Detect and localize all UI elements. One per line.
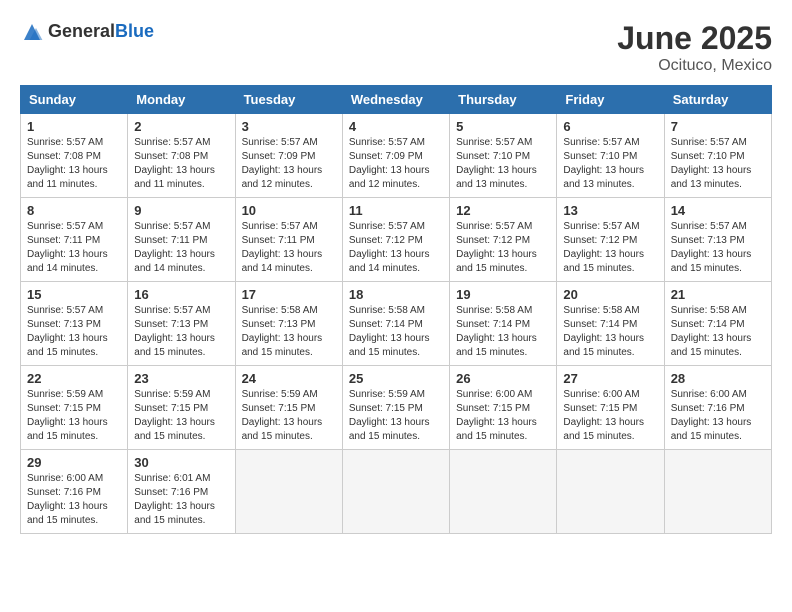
col-thursday: Thursday [450, 86, 557, 114]
day-24: 24 Sunrise: 5:59 AMSunset: 7:15 PMDaylig… [235, 366, 342, 450]
empty-cell [557, 450, 664, 534]
empty-cell [450, 450, 557, 534]
day-1: 1 Sunrise: 5:57 AMSunset: 7:08 PMDayligh… [21, 114, 128, 198]
day-16: 16 Sunrise: 5:57 AMSunset: 7:13 PMDaylig… [128, 282, 235, 366]
day-11: 11 Sunrise: 5:57 AMSunset: 7:12 PMDaylig… [342, 198, 449, 282]
table-row: 15 Sunrise: 5:57 AMSunset: 7:13 PMDaylig… [21, 282, 772, 366]
empty-cell [342, 450, 449, 534]
month-title: June 2025 [617, 20, 772, 57]
day-30: 30 Sunrise: 6:01 AMSunset: 7:16 PMDaylig… [128, 450, 235, 534]
day-13: 13 Sunrise: 5:57 AMSunset: 7:12 PMDaylig… [557, 198, 664, 282]
day-15: 15 Sunrise: 5:57 AMSunset: 7:13 PMDaylig… [21, 282, 128, 366]
day-4: 4 Sunrise: 5:57 AMSunset: 7:09 PMDayligh… [342, 114, 449, 198]
day-10: 10 Sunrise: 5:57 AMSunset: 7:11 PMDaylig… [235, 198, 342, 282]
location-title: Ocituco, Mexico [617, 57, 772, 75]
calendar-header-row: Sunday Monday Tuesday Wednesday Thursday… [21, 86, 772, 114]
empty-cell [235, 450, 342, 534]
table-row: 8 Sunrise: 5:57 AMSunset: 7:11 PMDayligh… [21, 198, 772, 282]
day-2: 2 Sunrise: 5:57 AMSunset: 7:08 PMDayligh… [128, 114, 235, 198]
day-25: 25 Sunrise: 5:59 AMSunset: 7:15 PMDaylig… [342, 366, 449, 450]
day-3: 3 Sunrise: 5:57 AMSunset: 7:09 PMDayligh… [235, 114, 342, 198]
day-17: 17 Sunrise: 5:58 AMSunset: 7:13 PMDaylig… [235, 282, 342, 366]
day-14: 14 Sunrise: 5:57 AMSunset: 7:13 PMDaylig… [664, 198, 771, 282]
col-friday: Friday [557, 86, 664, 114]
day-23: 23 Sunrise: 5:59 AMSunset: 7:15 PMDaylig… [128, 366, 235, 450]
table-row: 22 Sunrise: 5:59 AMSunset: 7:15 PMDaylig… [21, 366, 772, 450]
day-29: 29 Sunrise: 6:00 AMSunset: 7:16 PMDaylig… [21, 450, 128, 534]
table-row: 29 Sunrise: 6:00 AMSunset: 7:16 PMDaylig… [21, 450, 772, 534]
day-12: 12 Sunrise: 5:57 AMSunset: 7:12 PMDaylig… [450, 198, 557, 282]
day-7: 7 Sunrise: 5:57 AMSunset: 7:10 PMDayligh… [664, 114, 771, 198]
header: GeneralBlue June 2025 Ocituco, Mexico [20, 20, 772, 75]
day-26: 26 Sunrise: 6:00 AMSunset: 7:15 PMDaylig… [450, 366, 557, 450]
day-5: 5 Sunrise: 5:57 AMSunset: 7:10 PMDayligh… [450, 114, 557, 198]
day-20: 20 Sunrise: 5:58 AMSunset: 7:14 PMDaylig… [557, 282, 664, 366]
title-area: June 2025 Ocituco, Mexico [617, 20, 772, 75]
col-saturday: Saturday [664, 86, 771, 114]
day-6: 6 Sunrise: 5:57 AMSunset: 7:10 PMDayligh… [557, 114, 664, 198]
logo-icon [20, 20, 44, 44]
logo: GeneralBlue [20, 20, 154, 44]
day-27: 27 Sunrise: 6:00 AMSunset: 7:15 PMDaylig… [557, 366, 664, 450]
col-sunday: Sunday [21, 86, 128, 114]
day-28: 28 Sunrise: 6:00 AMSunset: 7:16 PMDaylig… [664, 366, 771, 450]
table-row: 1 Sunrise: 5:57 AMSunset: 7:08 PMDayligh… [21, 114, 772, 198]
day-19: 19 Sunrise: 5:58 AMSunset: 7:14 PMDaylig… [450, 282, 557, 366]
day-9: 9 Sunrise: 5:57 AMSunset: 7:11 PMDayligh… [128, 198, 235, 282]
empty-cell [664, 450, 771, 534]
day-8: 8 Sunrise: 5:57 AMSunset: 7:11 PMDayligh… [21, 198, 128, 282]
calendar: Sunday Monday Tuesday Wednesday Thursday… [20, 85, 772, 534]
logo-general: GeneralBlue [48, 22, 154, 42]
col-tuesday: Tuesday [235, 86, 342, 114]
day-22: 22 Sunrise: 5:59 AMSunset: 7:15 PMDaylig… [21, 366, 128, 450]
col-monday: Monday [128, 86, 235, 114]
day-21: 21 Sunrise: 5:58 AMSunset: 7:14 PMDaylig… [664, 282, 771, 366]
day-18: 18 Sunrise: 5:58 AMSunset: 7:14 PMDaylig… [342, 282, 449, 366]
col-wednesday: Wednesday [342, 86, 449, 114]
